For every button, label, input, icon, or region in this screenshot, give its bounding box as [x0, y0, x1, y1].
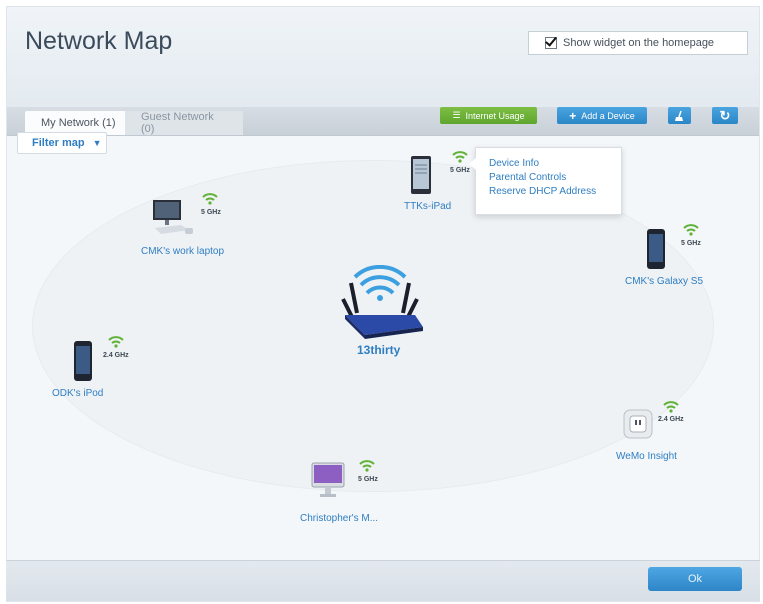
desktop-computer-icon[interactable] [147, 198, 195, 238]
router-name[interactable]: 13thirty [357, 343, 400, 357]
band-label: 5 GHz [201, 209, 221, 216]
device-label-christophers-mac[interactable]: Christopher's M... [300, 513, 378, 524]
wifi-icon [108, 336, 124, 348]
wifi-icon [359, 460, 375, 472]
smartphone-icon[interactable] [646, 228, 666, 270]
menu-item-reserve-dhcp[interactable]: Reserve DHCP Address [489, 185, 621, 199]
clean-up-button[interactable] [668, 107, 691, 124]
menu-item-device-info[interactable]: Device Info [489, 157, 621, 171]
add-device-button[interactable]: + Add a Device [557, 107, 647, 124]
refresh-icon: ↻ [719, 107, 731, 123]
ipod-icon[interactable] [73, 340, 93, 382]
smart-plug-icon[interactable] [622, 408, 654, 440]
menu-item-parental-controls[interactable]: Parental Controls [489, 171, 621, 185]
wifi-icon [452, 151, 468, 163]
chevron-down-icon: ▼ [92, 138, 102, 148]
add-device-label: Add a Device [581, 110, 635, 121]
refresh-button[interactable]: ↻ [712, 107, 738, 124]
device-label-odk-ipod[interactable]: ODK's iPod [52, 388, 103, 399]
show-widget-label: Show widget on the homepage [563, 37, 715, 49]
band-label: 5 GHz [450, 167, 470, 174]
header: Network Map Show widget on the homepage [7, 7, 759, 107]
usage-icon: ☰ [452, 110, 461, 120]
device-context-menu: Device Info Parental Controls Reserve DH… [469, 147, 622, 215]
router-icon[interactable] [335, 265, 425, 340]
plus-icon: + [569, 108, 577, 123]
band-label: 5 GHz [358, 476, 378, 483]
show-widget-checkbox[interactable] [545, 37, 557, 49]
broom-icon [674, 110, 683, 121]
imac-icon[interactable] [311, 462, 345, 500]
device-label-ttks-ipad[interactable]: TTKs-iPad [404, 201, 451, 212]
band-label: 2.4 GHz [103, 352, 129, 359]
show-widget-option[interactable]: Show widget on the homepage [528, 31, 748, 55]
device-label-cmk-work-laptop[interactable]: CMK's work laptop [141, 246, 224, 257]
internet-usage-button[interactable]: ☰ Internet Usage [440, 107, 537, 124]
wifi-icon [202, 193, 218, 205]
band-label: 2.4 GHz [658, 416, 684, 423]
tab-guest-network[interactable]: Guest Network (0) [125, 111, 243, 135]
filter-map-label: Filter map [32, 137, 85, 149]
band-label: 5 GHz [681, 240, 701, 247]
ok-button[interactable]: Ok [648, 567, 742, 591]
page-title: Network Map [25, 27, 173, 55]
internet-usage-label: Internet Usage [465, 110, 525, 121]
filter-map-dropdown[interactable]: Filter map ▼ [17, 132, 107, 154]
wifi-icon [683, 224, 699, 236]
device-label-wemo-insight[interactable]: WeMo Insight [616, 451, 677, 462]
wifi-icon [663, 401, 679, 413]
tablet-icon[interactable] [410, 155, 432, 195]
device-label-cmk-galaxy-s5[interactable]: CMK's Galaxy S5 [625, 276, 703, 287]
footer-bar [6, 560, 760, 601]
